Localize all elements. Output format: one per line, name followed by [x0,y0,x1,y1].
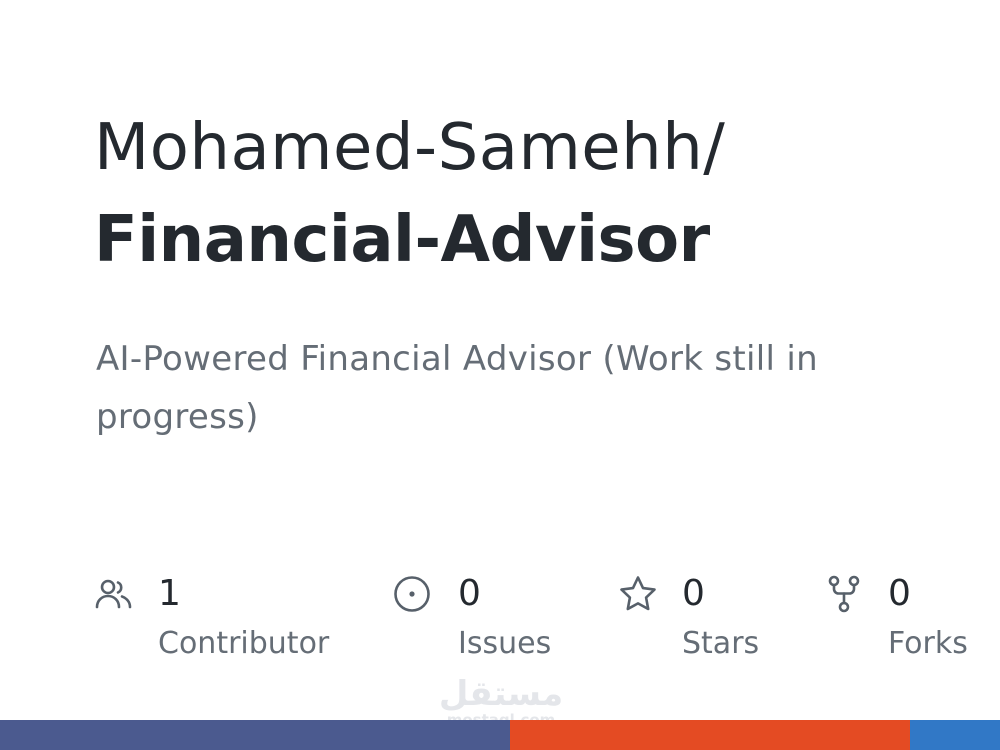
issues-label: Issues [458,626,552,661]
watermark-arabic: مستقل [438,674,564,714]
language-bar [0,720,1000,750]
star-icon [618,574,658,614]
stars-count: 0 [682,573,705,614]
contributors-label: Contributor [158,626,330,661]
contributors-count: 1 [158,573,181,614]
repo-description: AI-Powered Financial Advisor (Work still… [96,339,818,437]
issue-opened-icon [392,574,432,614]
forks-count: 0 [888,573,911,614]
issues-count: 0 [458,573,481,614]
repo-owner[interactable]: Mohamed-Samehh/ [94,108,725,188]
forks-label: Forks [888,626,968,661]
repo-name[interactable]: Financial-Advisor [94,200,710,280]
language-bar-segment [910,720,1000,750]
stars-label: Stars [682,626,760,661]
people-icon [94,574,134,614]
language-bar-segment [510,720,910,750]
repo-forked-icon [824,574,864,614]
language-bar-segment [0,720,510,750]
